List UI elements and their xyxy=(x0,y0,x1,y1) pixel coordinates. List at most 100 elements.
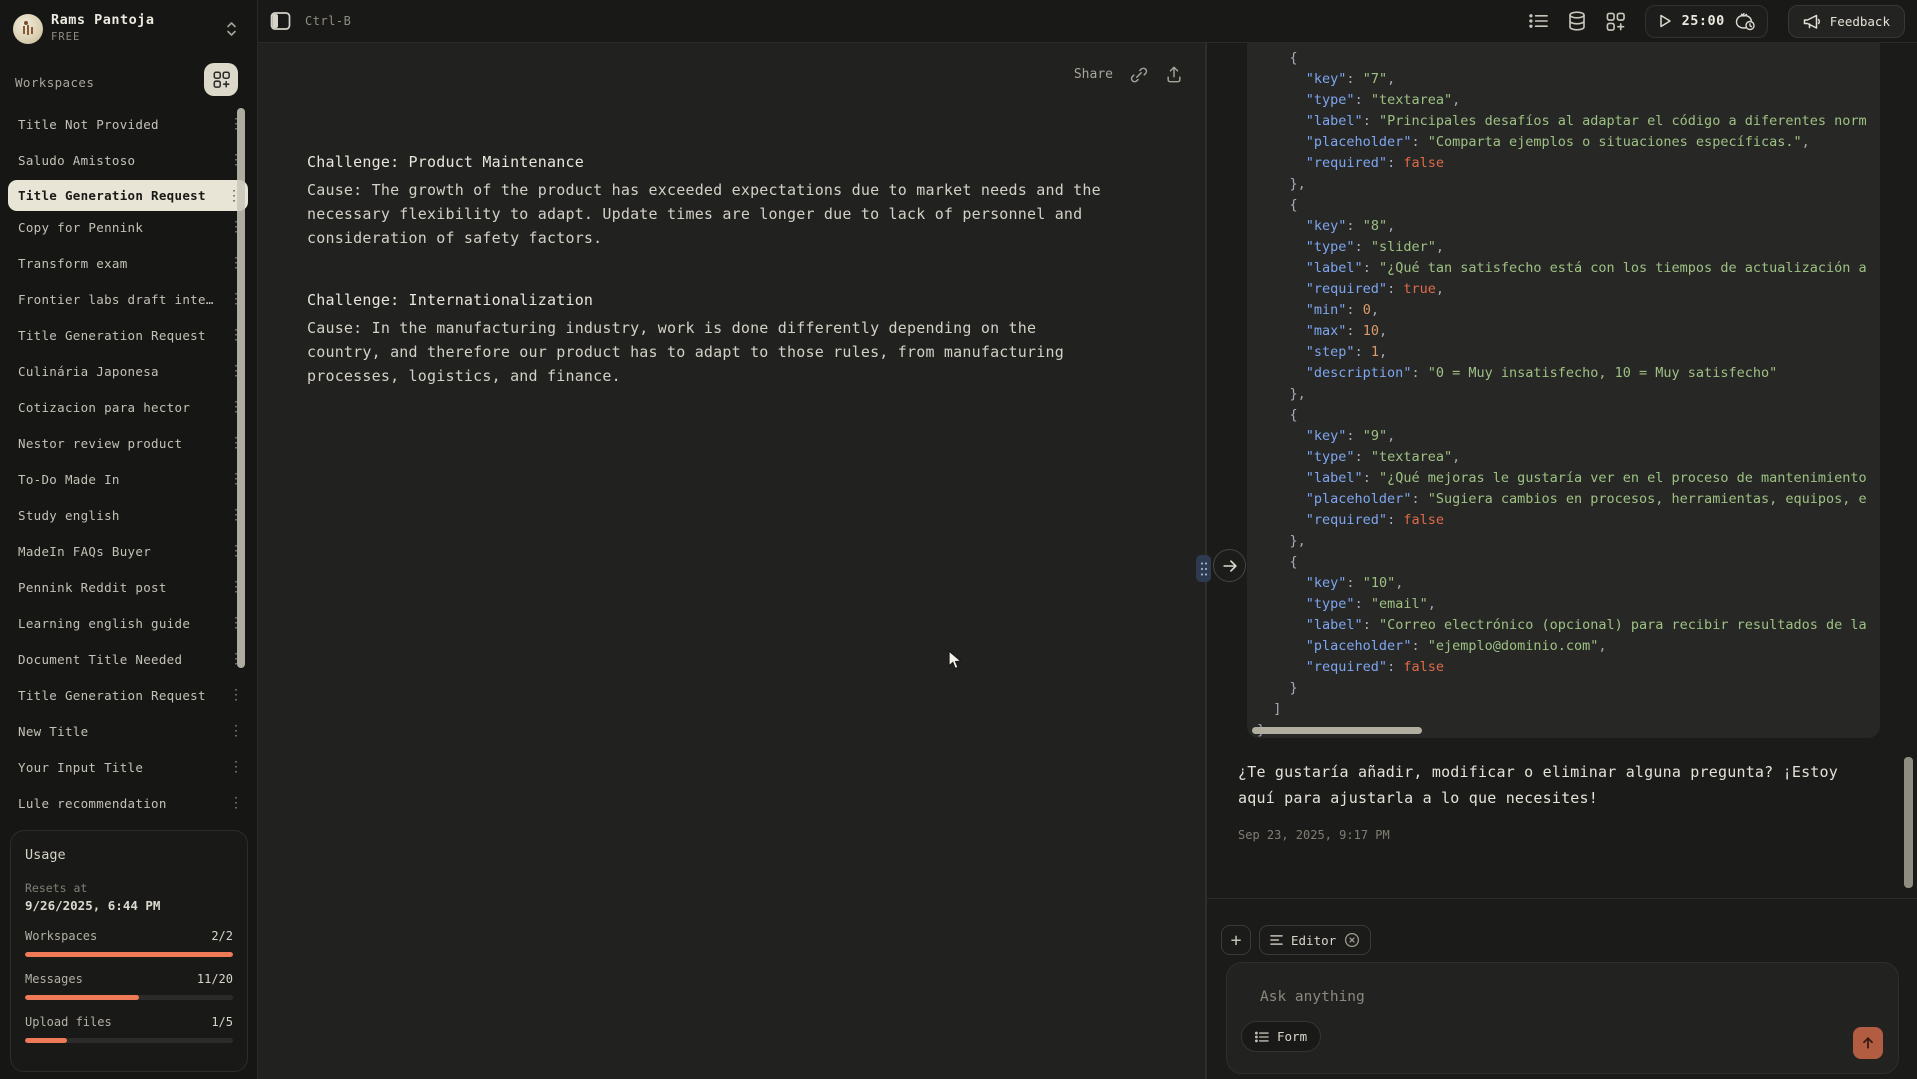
sidebar-item-label: Copy for Pennink xyxy=(18,220,228,235)
code-line: "type": "slider", xyxy=(1257,237,1880,258)
sidebar-item-label: Title Not Provided xyxy=(18,117,228,132)
doc-heading-2: Challenge: Internationalization xyxy=(307,290,1179,310)
task-list-button[interactable] xyxy=(1529,13,1548,29)
collapse-panel-button[interactable] xyxy=(1213,549,1246,582)
code-line: "max": 10, xyxy=(1257,321,1880,342)
window-scrollbar[interactable] xyxy=(1904,757,1913,888)
meter-value: 1/5 xyxy=(211,1015,233,1029)
export-button[interactable] xyxy=(1165,65,1183,84)
send-button[interactable] xyxy=(1853,1027,1883,1059)
item-menu-icon[interactable]: ⋮ xyxy=(228,759,244,775)
pomodoro-timer[interactable]: 25:00 xyxy=(1645,5,1768,38)
usage-meter: Workspaces2/2 xyxy=(25,929,233,957)
circle-x-icon[interactable] xyxy=(1344,932,1360,948)
sidebar-item[interactable]: To-Do Made In⋮ xyxy=(0,461,258,497)
feedback-button[interactable]: Feedback xyxy=(1788,5,1905,38)
item-menu-icon[interactable]: ⋮ xyxy=(228,687,244,703)
sidebar-item[interactable]: New Title⋮ xyxy=(0,713,258,749)
upload-icon xyxy=(1165,65,1183,84)
usage-resets-label: Resets at xyxy=(25,881,233,895)
usage-panel: Usage Resets at 9/26/2025, 6:44 PM Works… xyxy=(10,830,248,1072)
new-workspace-button[interactable] xyxy=(204,63,238,96)
sidebar-item[interactable]: Document Title Needed⋮ xyxy=(0,641,258,677)
item-menu-icon[interactable]: ⋮ xyxy=(228,723,244,739)
play-icon xyxy=(1657,13,1673,29)
code-line: "min": 0, xyxy=(1257,300,1880,321)
code-line: "key": "7", xyxy=(1257,69,1880,90)
sidebar-item[interactable]: Frontier labs draft inte…⋮ xyxy=(0,281,258,317)
code-line: "label": "¿Qué tan satisfecho está con l… xyxy=(1257,258,1880,279)
sidebar-item-label: Pennink Reddit post xyxy=(18,580,228,595)
code-line: "key": "8", xyxy=(1257,216,1880,237)
sidebar-item[interactable]: Nestor review product⋮ xyxy=(0,425,258,461)
form-chip-label: Form xyxy=(1277,1029,1307,1044)
code-block[interactable]: { "key": "7", "type": "textarea", "label… xyxy=(1247,43,1880,738)
megaphone-icon xyxy=(1803,13,1821,30)
sidebar-item[interactable]: Title Not Provided⋮ xyxy=(0,106,258,142)
sidebar-item[interactable]: Your Input Title⋮ xyxy=(0,749,258,785)
align-left-icon xyxy=(1270,934,1283,946)
grip-dots-icon xyxy=(1200,561,1208,577)
sidebar-toggle-button[interactable] xyxy=(270,11,291,31)
sidebar-item-label: Lule recommendation xyxy=(18,796,228,811)
code-line: "required": false xyxy=(1257,657,1880,678)
profile-menu[interactable]: Rams Pantoja FREE xyxy=(0,0,258,58)
sidebar-scrollbar[interactable] xyxy=(237,108,245,668)
sidebar-item-label: Culinária Japonesa xyxy=(18,364,228,379)
doc-heading-1: Challenge: Product Maintenance xyxy=(307,152,1179,172)
code-line: } xyxy=(1257,678,1880,699)
chat-input-placeholder: Ask anything xyxy=(1260,989,1365,1005)
message-timestamp: Sep 23, 2025, 9:17 PM xyxy=(1238,828,1390,842)
database-icon xyxy=(1568,11,1586,31)
item-menu-icon[interactable]: ⋮ xyxy=(228,795,244,811)
sidebar-item[interactable]: Title Generation Request⋮ xyxy=(8,180,248,211)
code-line: "label": "Principales desafíos al adapta… xyxy=(1257,111,1880,132)
sidebar-item-label: Frontier labs draft inte… xyxy=(18,292,228,307)
sidebar-item[interactable]: MadeIn FAQs Buyer⋮ xyxy=(0,533,258,569)
sidebar-item[interactable]: Transform exam⋮ xyxy=(0,245,258,281)
editor-context-chip[interactable]: Editor xyxy=(1259,925,1371,955)
apps-grid-button[interactable] xyxy=(1606,12,1625,31)
data-sources-button[interactable] xyxy=(1568,11,1586,31)
code-line: { xyxy=(1257,195,1880,216)
chevron-expand-icon[interactable] xyxy=(225,19,238,39)
timer-value: 25:00 xyxy=(1682,13,1725,29)
sidebar-item[interactable]: Pennink Reddit post⋮ xyxy=(0,569,258,605)
code-line: "required": true, xyxy=(1257,279,1880,300)
sidebar-item[interactable]: Lule recommendation⋮ xyxy=(0,785,258,814)
resize-grip[interactable] xyxy=(1196,555,1211,582)
meter-value: 11/20 xyxy=(197,972,233,986)
sidebar-item[interactable]: Culinária Japonesa⋮ xyxy=(0,353,258,389)
code-line: }, xyxy=(1257,531,1880,552)
code-line: "label": "¿Qué mejoras le gustaría ver e… xyxy=(1257,468,1880,489)
document-editor[interactable]: Challenge: Product Maintenance Cause: Th… xyxy=(307,152,1179,388)
sidebar-item[interactable]: Study english⋮ xyxy=(0,497,258,533)
grid-add-icon xyxy=(1606,12,1625,31)
sidebar-item[interactable]: Title Generation Request⋮ xyxy=(0,317,258,353)
code-horizontal-scrollbar[interactable] xyxy=(1252,727,1422,734)
usage-title: Usage xyxy=(25,847,233,863)
code-line: "type": "email", xyxy=(1257,594,1880,615)
code-line: "placeholder": "ejemplo@dominio.com", xyxy=(1257,636,1880,657)
sidebar-item[interactable]: Saludo Amistoso⋮ xyxy=(0,142,258,178)
code-line: { xyxy=(1257,552,1880,573)
copy-link-button[interactable] xyxy=(1130,66,1148,84)
sidebar-item[interactable]: Copy for Pennink⋮ xyxy=(0,209,258,245)
panel-left-icon xyxy=(270,11,291,31)
sidebar-item-label: Your Input Title xyxy=(18,760,228,775)
sidebar-item[interactable]: Cotizacion para hector⋮ xyxy=(0,389,258,425)
form-mode-chip[interactable]: Form xyxy=(1241,1021,1321,1052)
sidebar-item-label: Title Generation Request xyxy=(18,328,228,343)
meter-label: Workspaces xyxy=(25,929,97,943)
code-line: "required": false xyxy=(1257,510,1880,531)
document-pane[interactable]: Share Challenge: Product Maintenance Cau… xyxy=(258,43,1205,1079)
arrow-up-icon xyxy=(1860,1035,1876,1051)
sidebar-item-label: To-Do Made In xyxy=(18,472,228,487)
arrow-right-icon xyxy=(1221,557,1239,575)
attach-button[interactable]: + xyxy=(1221,925,1251,955)
sidebar-item[interactable]: Title Generation Request⋮ xyxy=(0,677,258,713)
chat-input[interactable]: Ask anything Form xyxy=(1226,962,1899,1074)
sidebar-item[interactable]: Learning english guide⋮ xyxy=(0,605,258,641)
user-plan-badge: FREE xyxy=(51,31,80,43)
share-button[interactable]: Share xyxy=(1074,67,1113,82)
